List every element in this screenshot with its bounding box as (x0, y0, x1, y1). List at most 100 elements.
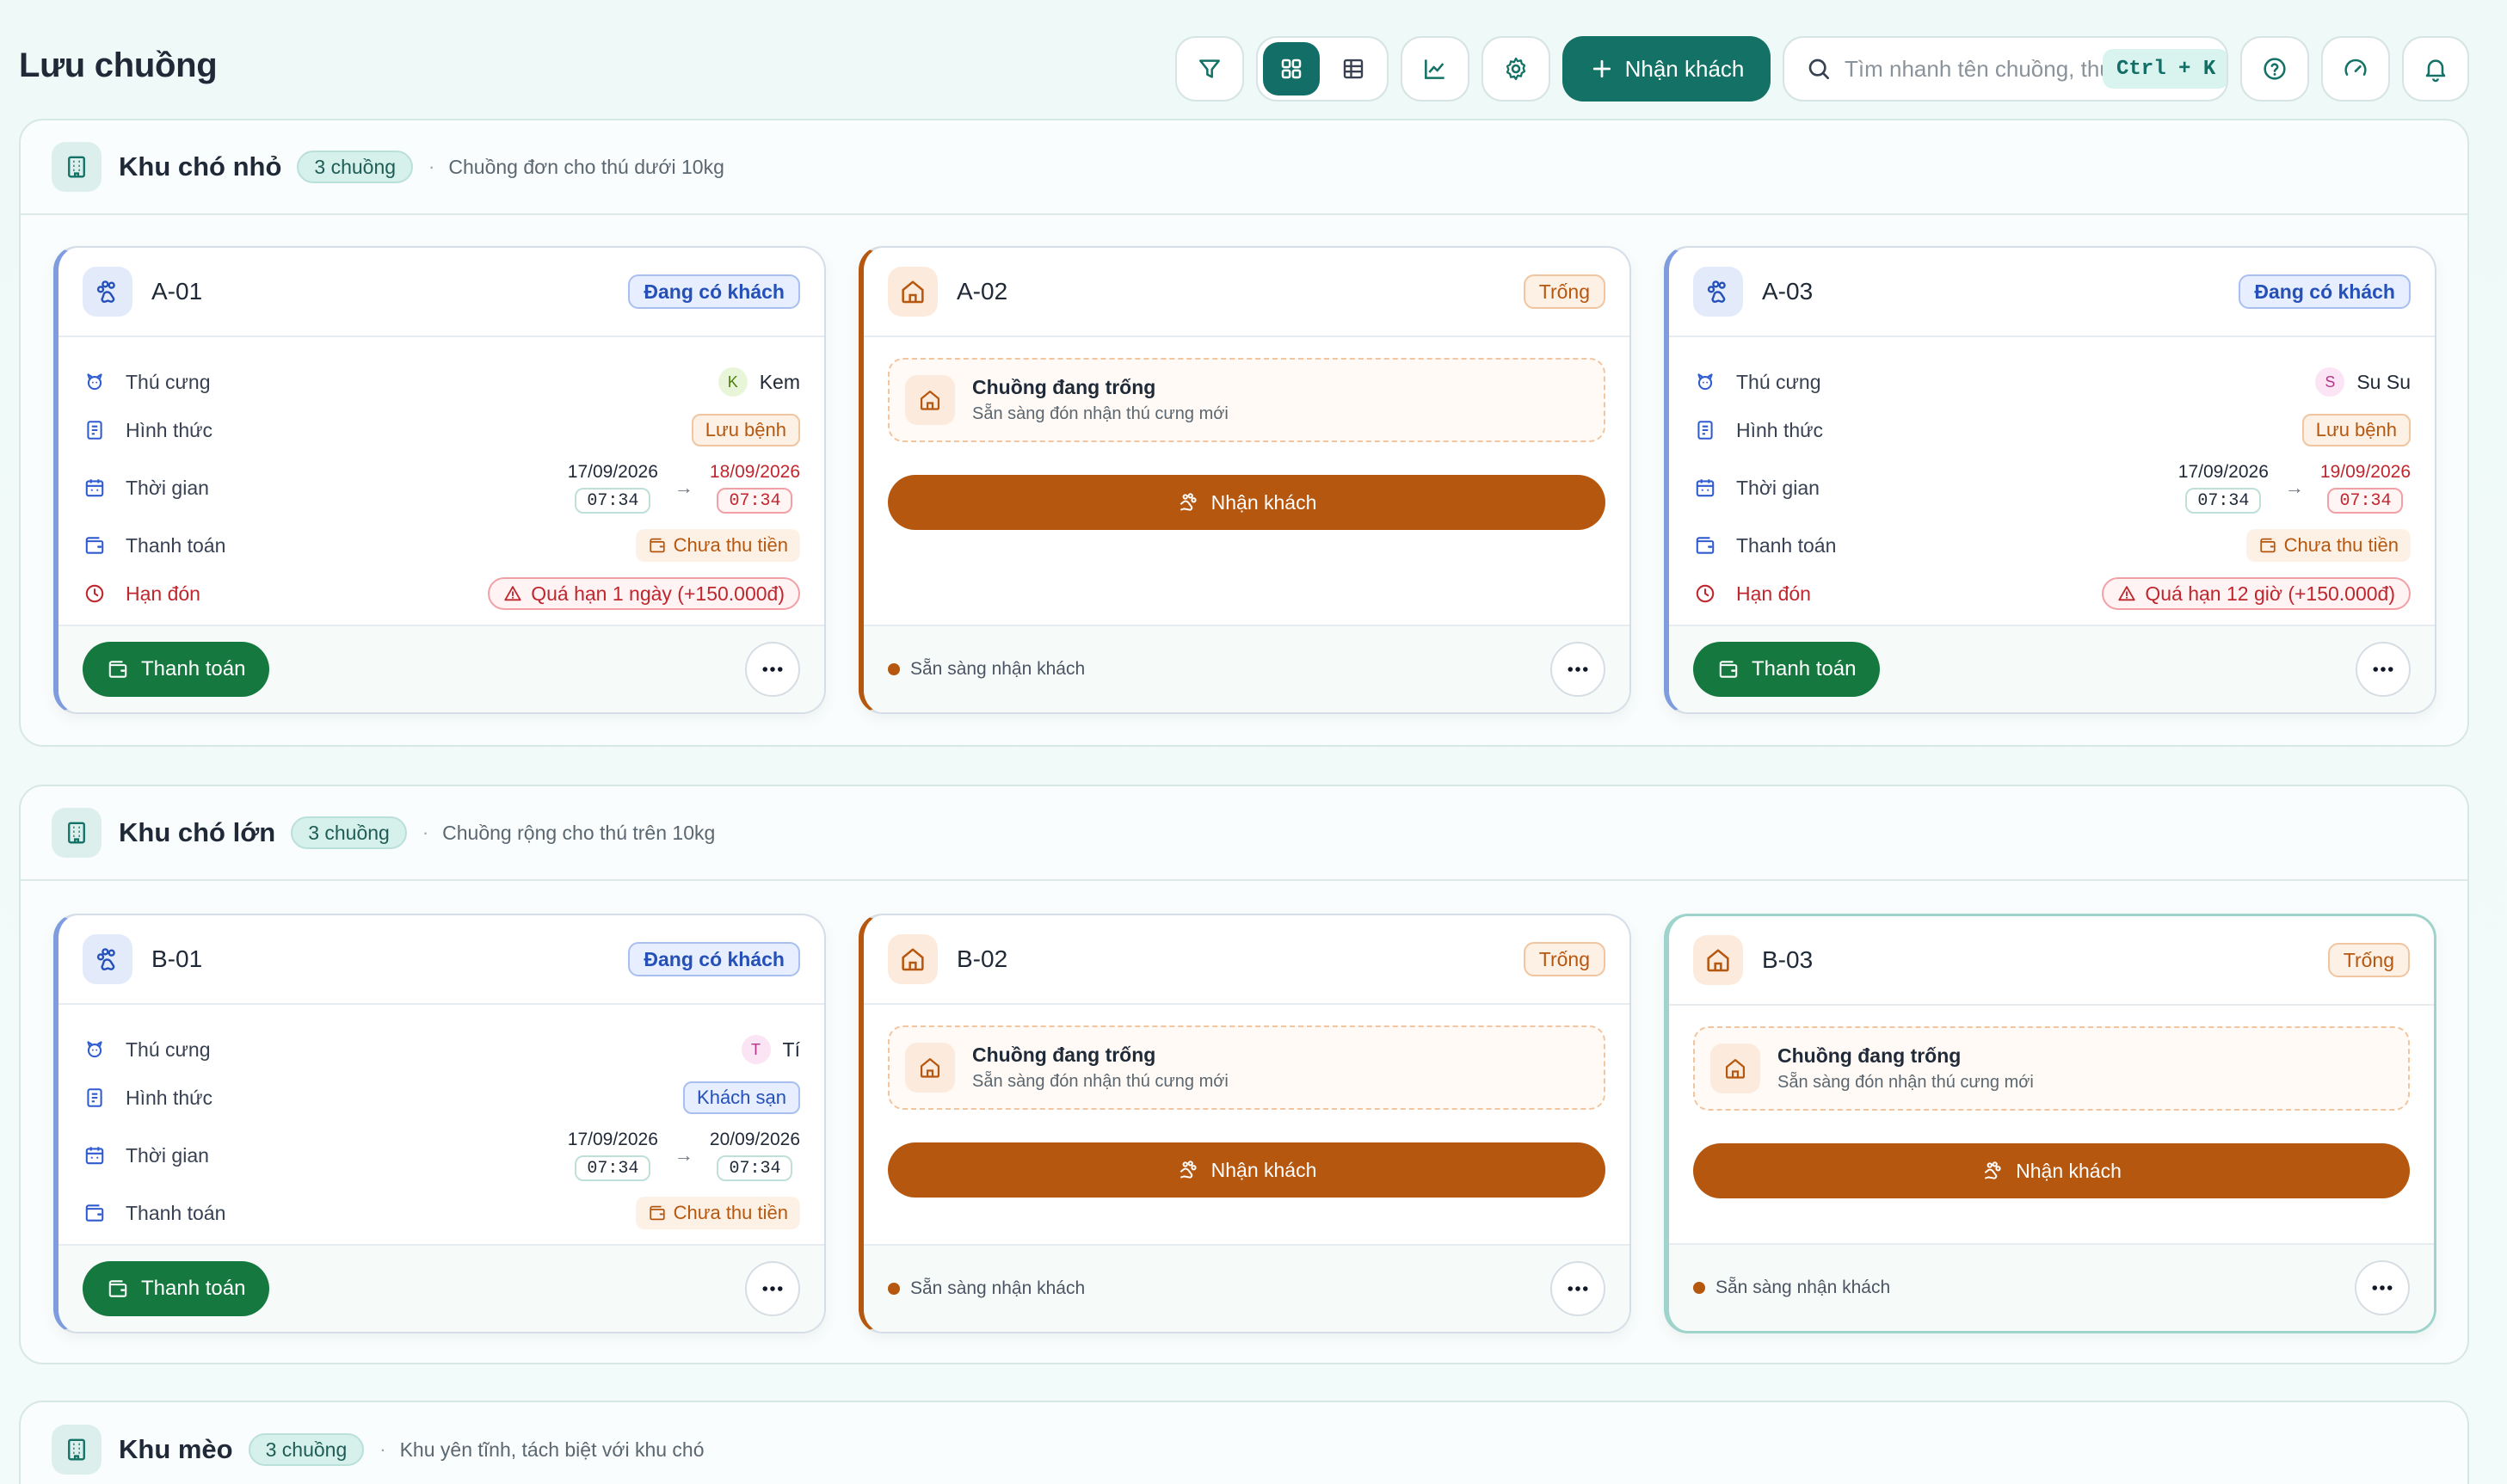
more-icon (2370, 656, 2396, 682)
pay-button[interactable]: Thanh toán (1693, 642, 1881, 697)
wallet-icon (648, 1204, 667, 1222)
more-options-button[interactable] (1550, 1261, 1605, 1316)
clock-icon (1693, 582, 1717, 606)
pet-icon (83, 1038, 107, 1062)
deadline-row: Hạn đón Quá hạn 1 ngày (+150.000đ) (83, 570, 800, 618)
building-icon (52, 808, 102, 858)
zone-header: Khu chó nhỏ 3 chuồng · Chuồng đơn cho th… (21, 120, 2467, 215)
more-icon (2369, 1275, 2395, 1301)
wallet-icon (83, 533, 107, 557)
cage-header: B-03 Trống (1669, 916, 2434, 1006)
wallet-icon (2258, 536, 2277, 555)
cage-header: A-03 Đang có khách (1669, 248, 2435, 337)
hand-paw-icon (1177, 1159, 1199, 1181)
house-icon (1693, 935, 1743, 985)
ready-status: Sẵn sàng nhận khách (888, 1278, 1085, 1299)
document-icon (1693, 418, 1717, 442)
cage-card-a03[interactable]: A-03 Đang có khách Thú cưng S Su Su Hình … (1664, 246, 2436, 714)
deadline-label: Hạn đón (1736, 582, 1811, 605)
zone-description: Khu yên tĩnh, tách biệt với khu chó (399, 1438, 705, 1461)
cage-name: B-03 (1762, 946, 1814, 973)
notifications-button[interactable] (2402, 36, 2469, 102)
checkin-date: 17/09/2026 (567, 1130, 658, 1149)
pet-name[interactable]: Su Su (2356, 371, 2411, 394)
receive-button[interactable]: Nhận khách (888, 475, 1605, 530)
search-input[interactable] (1845, 55, 2103, 83)
empty-title: Chuồng đang trống (1777, 1044, 1962, 1067)
gauge-icon (2344, 58, 2367, 76)
wallet-icon (107, 658, 129, 680)
zone-cats: Khu mèo 3 chuồng · Khu yên tĩnh, tách bi… (19, 1401, 2469, 1484)
report-button[interactable] (1401, 36, 1469, 102)
cage-card-a02[interactable]: A-02 Trống Chuồng đang trống Sẵn sàng đón… (859, 246, 1631, 714)
cage-details: Thú cưng K Kem Hình thức Lưu bệnh Thời gi… (83, 358, 800, 618)
filter-icon (1199, 59, 1220, 78)
cage-card-a01[interactable]: A-01 Đang có khách Thú cưng K Kem Hình th… (53, 246, 826, 714)
filter-button[interactable] (1175, 36, 1244, 102)
search-box[interactable]: Ctrl + K (1783, 36, 2228, 102)
more-options-button[interactable] (745, 1261, 800, 1316)
time-label: Thời gian (126, 1143, 209, 1167)
arrow-right-icon: → (674, 477, 693, 498)
zone-header: Khu chó lớn 3 chuồng · Chuồng rộng cho t… (21, 786, 2467, 881)
cage-footer: Thanh toán (59, 1244, 824, 1332)
cage-header: A-02 Trống (864, 248, 1629, 337)
payment-status: Chưa thu tiền (2245, 529, 2411, 562)
deadline-label: Hạn đón (126, 582, 200, 605)
pet-row: Thú cưng S Su Su (1693, 358, 2411, 406)
receive-guest-button[interactable]: Nhận khách (1562, 36, 1771, 102)
empty-notice: Chuồng đang trống Sẵn sàng đón nhận thú c… (888, 1025, 1605, 1110)
cage-card-b02[interactable]: B-02 Trống Chuồng đang trống Sẵn sàng đón… (859, 914, 1631, 1333)
time-row: Thời gian 17/09/2026 07:34 → 20/09/2026 07… (83, 1122, 800, 1189)
receive-guest-label: Nhận khách (1624, 55, 1745, 82)
empty-subtitle: Sẵn sàng đón nhận thú cưng mới (1777, 1073, 2034, 1092)
cage-name: B-02 (957, 945, 1008, 972)
wallet-icon (83, 1201, 107, 1225)
cage-name: A-03 (1762, 278, 1814, 305)
more-options-button[interactable] (745, 642, 800, 697)
help-button[interactable] (2240, 36, 2309, 102)
plus-icon (1592, 59, 1611, 78)
cage-name: A-01 (151, 278, 203, 305)
time-label: Thời gian (126, 476, 209, 499)
wallet-icon (1717, 658, 1740, 680)
receive-button[interactable]: Nhận khách (1693, 1143, 2410, 1198)
checkin-time: 07:34 (2185, 488, 2262, 514)
view-table-button[interactable] (1325, 42, 1382, 95)
building-icon (52, 142, 102, 192)
more-options-button[interactable] (2356, 642, 2411, 697)
document-icon (83, 1086, 107, 1110)
wallet-icon (648, 536, 667, 555)
more-options-button[interactable] (1550, 642, 1605, 697)
checkout-time: 07:34 (2327, 488, 2404, 514)
checkin-time: 07:34 (575, 488, 651, 514)
pet-name[interactable]: Tí (783, 1038, 800, 1062)
settings-button[interactable] (1481, 36, 1550, 102)
mode-row: Hình thức Lưu bệnh (1693, 406, 2411, 454)
receive-button[interactable]: Nhận khách (888, 1142, 1605, 1198)
pet-name[interactable]: Kem (760, 371, 800, 394)
cage-card-b03[interactable]: B-03 Trống Chuồng đang trống Sẵn sàng đón… (1664, 914, 2436, 1333)
warning-icon (503, 584, 522, 603)
pay-button[interactable]: Thanh toán (83, 1261, 270, 1316)
mode-label: Hình thức (126, 1086, 213, 1109)
status-badge: Đang có khách (628, 942, 800, 976)
view-grid-button[interactable] (1263, 42, 1320, 95)
arrow-right-icon: → (674, 1144, 693, 1166)
calendar-icon (83, 1143, 107, 1167)
pay-button[interactable]: Thanh toán (83, 642, 270, 697)
status-badge: Trống (1523, 942, 1605, 976)
zone-header: Khu mèo 3 chuồng · Khu yên tĩnh, tách bi… (21, 1402, 2467, 1484)
more-icon (1565, 656, 1591, 682)
pet-row: Thú cưng K Kem (83, 358, 800, 406)
status-dot (888, 1283, 900, 1295)
checkout-date: 20/09/2026 (709, 1130, 800, 1149)
wallet-icon (1693, 533, 1717, 557)
mode-tag: Lưu bệnh (691, 414, 800, 446)
cage-card-b01[interactable]: B-01 Đang có khách Thú cưng T Tí Hình thứ… (53, 914, 826, 1333)
more-icon (760, 656, 785, 682)
more-options-button[interactable] (2355, 1260, 2410, 1315)
performance-button[interactable] (2321, 36, 2390, 102)
arrow-right-icon: → (2284, 477, 2304, 498)
avatar: K (718, 367, 748, 397)
